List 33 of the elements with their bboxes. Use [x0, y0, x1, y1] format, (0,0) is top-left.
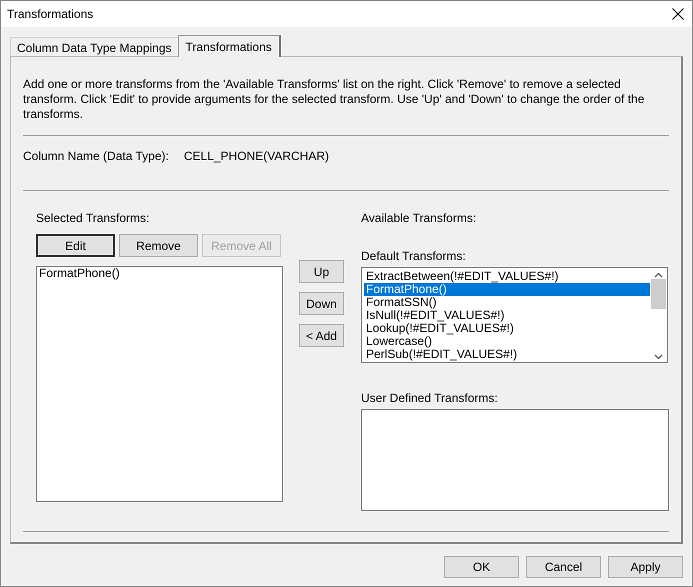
action-button[interactable]: Edit [36, 234, 115, 257]
list-item[interactable]: FormatPhone() [37, 267, 282, 280]
order-button[interactable]: Down [298, 292, 344, 315]
selected-transforms-list[interactable]: FormatPhone() [36, 266, 283, 502]
default-transforms-label: Default Transforms: [361, 249, 467, 263]
dialog-button[interactable]: Cancel [526, 556, 601, 578]
scrollbar-thumb[interactable] [651, 279, 666, 309]
list-item[interactable]: IsNull(!#EDIT_VALUES#!) [364, 309, 650, 322]
list-item[interactable]: ExtractBetween(!#EDIT_VALUES#!) [364, 270, 650, 283]
add-button[interactable]: < Add [298, 324, 344, 347]
column-name-value: CELL_PHONE(VARCHAR) [184, 149, 329, 163]
tab[interactable]: Transformations [178, 35, 281, 57]
close-icon[interactable] [672, 8, 684, 20]
available-transforms-label: Available Transforms: [361, 211, 478, 225]
column-name-label: Column Name (Data Type): [23, 149, 169, 163]
user-transforms-list[interactable] [361, 409, 669, 511]
scroll-down-icon[interactable] [654, 354, 663, 360]
window-title: Transformations [7, 7, 94, 21]
default-transforms-list[interactable]: ExtractBetween(!#EDIT_VALUES#!) FormatPhone() FormatSSN() IsNull(!#EDIT_VALUES#!) Lookup(!#EDIT_VALUES#!) Lowercase() PerlSub(!#EDIT_VALUES#!) [361, 267, 668, 363]
order-button[interactable]: Up [298, 260, 344, 283]
list-item[interactable]: Lowercase() [364, 335, 650, 348]
scroll-up-icon[interactable] [654, 272, 663, 278]
dialog-button[interactable]: OK [444, 556, 519, 578]
list-item[interactable]: FormatSSN() [364, 296, 650, 309]
list-item[interactable]: PerlSub(!#EDIT_VALUES#!) [364, 348, 650, 361]
list-item[interactable]: Lookup(!#EDIT_VALUES#!) [364, 322, 650, 335]
list-item[interactable]: FormatPhone() [364, 283, 650, 296]
instructions-text: Add one or more transforms from the 'Available Transforms' list on the right. Click 'Remove' to remove a selected transform. Click 'Edit' to provide arguments for the selected transform. Use 'Up' and 'Down' to change the order of the transforms. [23, 77, 646, 122]
user-transforms-label: User Defined Transforms: [361, 391, 499, 405]
action-button[interactable]: Remove [119, 234, 198, 257]
selected-transforms-label: Selected Transforms: [36, 211, 150, 225]
tab[interactable]: Column Data Type Mappings [10, 37, 179, 56]
dialog-button[interactable]: Apply [608, 556, 683, 578]
